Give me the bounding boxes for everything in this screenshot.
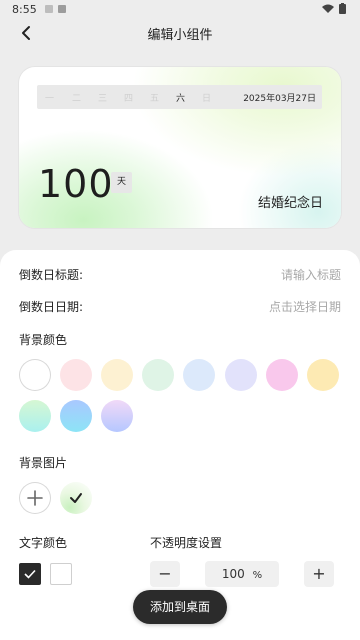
bg-image-heading: 背景图片	[19, 456, 68, 470]
days-count: 100	[38, 162, 114, 206]
weekday-label: 五	[150, 94, 160, 104]
color-swatch-gradient-blue[interactable]	[60, 400, 92, 432]
opacity-increase-button[interactable]: +	[304, 561, 334, 587]
opacity-number: 100	[221, 567, 245, 581]
page-title: 编辑小组件	[147, 28, 213, 43]
opacity-value[interactable]: 100 %	[205, 561, 279, 587]
color-swatch-yellow[interactable]	[307, 359, 339, 391]
title-field-label: 倒数日标题:	[19, 268, 84, 282]
notification-icon	[45, 5, 53, 13]
text-color-black[interactable]	[19, 563, 41, 585]
date-field-label: 倒数日日期:	[19, 300, 84, 314]
color-swatch-gradient-green[interactable]	[19, 400, 51, 432]
color-swatch-lavender[interactable]	[225, 359, 257, 391]
title-input[interactable]: 请输入标题	[281, 266, 341, 283]
bg-color-heading: 背景颜色	[19, 333, 68, 347]
weekday-label: 四	[124, 94, 134, 104]
color-swatch-magenta[interactable]	[266, 359, 298, 391]
weekday-label: 二	[72, 94, 82, 104]
plus-icon	[27, 490, 43, 506]
wifi-battery-icon	[322, 3, 346, 14]
event-label: 结婚纪念日	[257, 196, 323, 211]
add-image-button[interactable]	[19, 482, 51, 514]
weekday-label: 三	[98, 94, 108, 104]
app-bar: 编辑小组件	[0, 20, 360, 46]
preview-date: 2025年03月27日	[243, 94, 316, 104]
days-unit: 天	[111, 172, 132, 193]
add-to-desktop-button[interactable]: 添加到桌面	[133, 590, 227, 624]
text-color-white[interactable]	[50, 563, 72, 585]
bg-image-thumbnail[interactable]	[60, 482, 92, 514]
date-picker[interactable]: 点击选择日期	[269, 298, 341, 315]
weekday-bar: 一 二 三 四 五 六 日 2025年03月27日	[37, 85, 322, 109]
check-icon	[24, 569, 36, 579]
color-swatch-pink[interactable]	[60, 359, 92, 391]
color-swatch-lightblue[interactable]	[183, 359, 215, 391]
opacity-heading: 不透明度设置	[150, 536, 223, 550]
opacity-unit: %	[252, 570, 263, 581]
text-color-heading: 文字颜色	[19, 536, 68, 550]
status-bar: 8:55	[0, 0, 360, 20]
color-swatch-mint[interactable]	[142, 359, 174, 391]
weekday-label: 日	[202, 94, 212, 104]
settings-sheet: 倒数日标题: 请输入标题 倒数日日期: 点击选择日期 背景颜色 背景图片 文字颜…	[0, 250, 360, 640]
opacity-decrease-button[interactable]: −	[150, 561, 180, 587]
color-swatch-cream[interactable]	[101, 359, 133, 391]
weekday-label-active: 六	[176, 94, 186, 104]
weekday-label: 一	[45, 94, 55, 104]
check-icon	[70, 493, 82, 503]
widget-preview: 一 二 三 四 五 六 日 2025年03月27日 100 天 结婚纪念日	[19, 67, 341, 228]
color-swatch-gradient-purple[interactable]	[101, 400, 133, 432]
notification-icon	[58, 5, 66, 13]
status-time: 8:55	[12, 3, 37, 16]
color-swatch-white[interactable]	[19, 359, 51, 391]
